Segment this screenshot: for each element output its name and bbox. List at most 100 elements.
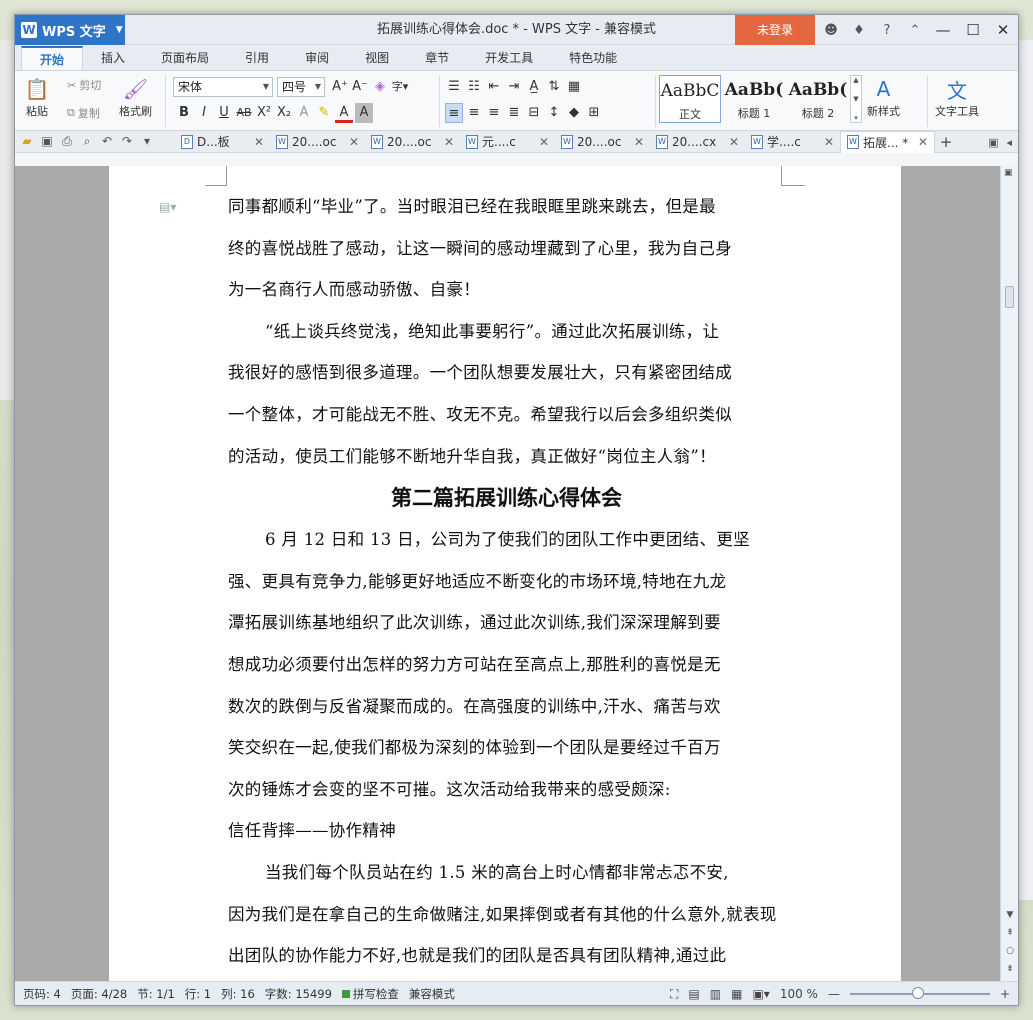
vertical-scrollbar[interactable]: ▣ ▼ ⇞ ○ ⇟ [1000,166,1018,982]
status-words[interactable]: 字数: 15499 [265,986,332,1002]
close-icon[interactable]: ✕ [254,135,264,149]
tab-developer[interactable]: 开发工具 [467,46,551,70]
subscript-icon[interactable]: X₂ [275,103,293,123]
align-left-icon[interactable]: ≡ [445,103,463,123]
border-icon[interactable]: ⊞ [585,103,603,123]
char-scale-icon[interactable]: A̲ [525,77,543,97]
new-style-button[interactable]: A 新样式 [867,75,900,119]
scroll-down-icon[interactable]: ▼ [1001,910,1018,920]
chevron-down-icon[interactable]: ▼ [853,95,858,103]
web-view-icon[interactable]: ▦ [731,987,742,1001]
distribute-icon[interactable]: ⊟ [525,103,543,123]
select-browse-icon[interactable]: ○ [1001,946,1018,956]
scrollbar-thumb[interactable] [1005,286,1014,308]
status-page[interactable]: 页面: 4/28 [71,986,127,1002]
login-button[interactable]: 未登录 [735,15,815,45]
superscript-icon[interactable]: X² [255,103,273,123]
bold-icon[interactable]: B [175,103,193,123]
close-button[interactable]: ✕ [988,15,1018,45]
customize-icon[interactable]: ▾ [139,134,155,149]
doc-tab[interactable]: W 元....c ✕ [460,131,555,153]
skin-icon[interactable]: ☻ [820,23,842,38]
zoom-in-icon[interactable]: + [1000,987,1010,1001]
doc-tab-active[interactable]: W 拓展... * ✕ [840,130,935,153]
number-list-icon[interactable]: ☷ [465,77,483,97]
doc-tab[interactable]: W 学....c ✕ [745,131,840,153]
doc-tab[interactable]: W 20....oc ✕ [365,131,460,153]
shading-icon[interactable]: ◆ [565,103,583,123]
char-shading-icon[interactable]: A [355,103,373,123]
next-page-icon[interactable]: ⇟ [1001,964,1018,974]
justify-icon[interactable]: ≣ [505,103,523,123]
tab-view[interactable]: 视图 [347,46,407,70]
tab-insert[interactable]: 插入 [83,46,143,70]
font-name-combo[interactable]: 宋体 ▼ [173,77,273,97]
zoom-slider[interactable] [849,987,990,999]
tab-references[interactable]: 引用 [227,46,287,70]
text-effect-icon[interactable]: A [295,103,313,123]
minimize-button[interactable]: — [928,15,958,45]
style-heading-2[interactable]: AaBb( 标题 2 [787,75,849,123]
phonetic-icon[interactable]: 字▾ [391,77,409,97]
format-painter-button[interactable]: 🖌 格式刷 [119,75,152,119]
copy-button[interactable]: ⧉ 复制 [67,105,100,121]
align-center-icon[interactable]: ≡ [465,103,483,123]
close-icon[interactable]: ✕ [539,135,549,149]
fullscreen-icon[interactable]: ⛶ [670,987,678,1002]
table-grid-icon[interactable]: ▦ [565,77,583,97]
document-page[interactable]: ▤▾ 同事都顺利“毕业”了。当时眼泪已经在我眼眶里跳来跳去，但是最 终的喜悦战胜… [109,166,901,982]
font-size-combo[interactable]: 四号 ▼ [277,77,325,97]
reading-view-icon[interactable]: ▣▾ [752,987,769,1001]
page-view-icon[interactable]: ▤ [688,987,699,1001]
close-icon[interactable]: ✕ [918,135,928,149]
font-color-icon[interactable]: A [335,103,353,123]
new-tab-button[interactable]: + [935,133,957,151]
tab-special[interactable]: 特色功能 [551,46,635,70]
close-icon[interactable]: ✕ [729,135,739,149]
close-icon[interactable]: ✕ [444,135,454,149]
decrease-indent-icon[interactable]: ⇤ [485,77,503,97]
tab-review[interactable]: 审阅 [287,46,347,70]
style-heading-1[interactable]: AaBb( 标题 1 [723,75,785,123]
tab-page-layout[interactable]: 页面布局 [143,46,227,70]
close-icon[interactable]: ✕ [349,135,359,149]
clear-format-icon[interactable]: ◈ [371,77,389,97]
split-view-icon[interactable]: ▣ [1004,168,1013,178]
strikethrough-icon[interactable]: AB [235,103,253,123]
grow-font-icon[interactable]: A⁺ [331,77,349,97]
more-icon[interactable]: ▾ [854,114,858,122]
underline-icon[interactable]: U [215,103,233,123]
zoom-level[interactable]: 100 % [780,987,818,1001]
redo-icon[interactable]: ↷ [119,134,135,149]
doc-tab[interactable]: W 20....oc ✕ [555,131,650,153]
spell-check-toggle[interactable]: 拼写检查 [341,986,399,1002]
text-tools-button[interactable]: 文 文字工具 [935,75,979,119]
document-body[interactable]: 同事都顺利“毕业”了。当时眼泪已经在我眼眶里跳来跳去，但是最 终的喜悦战胜了感动… [228,186,785,977]
doc-tab[interactable]: W 20....cx ✕ [650,131,745,153]
style-normal[interactable]: AaBbC 正文 [659,75,721,123]
collapse-icon[interactable]: ◂ [1006,136,1012,149]
shirt-icon[interactable]: ♦ [848,23,870,38]
cut-button[interactable]: ✂ 剪切 [67,77,101,93]
increase-indent-icon[interactable]: ⇥ [505,77,523,97]
status-section[interactable]: 节: 1/1 [137,986,175,1002]
help-icon[interactable]: ? [876,23,898,38]
save-icon[interactable]: ▣ [39,134,55,149]
status-page-code[interactable]: 页码: 4 [23,986,61,1002]
tab-list-icon[interactable]: ▣ [988,136,998,149]
close-icon[interactable]: ✕ [824,135,834,149]
print-preview-icon[interactable]: ⌕ [79,134,95,149]
open-icon[interactable]: ▰ [19,134,35,149]
close-icon[interactable]: ✕ [634,135,644,149]
print-icon[interactable]: ⎙ [59,134,75,149]
shrink-font-icon[interactable]: A⁻ [351,77,369,97]
doc-tab[interactable]: D D...板 ✕ [175,131,270,153]
bullet-list-icon[interactable]: ☰ [445,77,463,97]
zoom-out-icon[interactable]: — [828,987,840,1001]
zoom-slider-knob[interactable] [911,987,924,999]
chevron-up-icon[interactable]: ▲ [853,76,858,84]
italic-icon[interactable]: I [195,103,213,123]
sort-icon[interactable]: ⇅ [545,77,563,97]
prev-page-icon[interactable]: ⇞ [1001,928,1018,938]
highlight-icon[interactable]: ✎ [315,103,333,123]
